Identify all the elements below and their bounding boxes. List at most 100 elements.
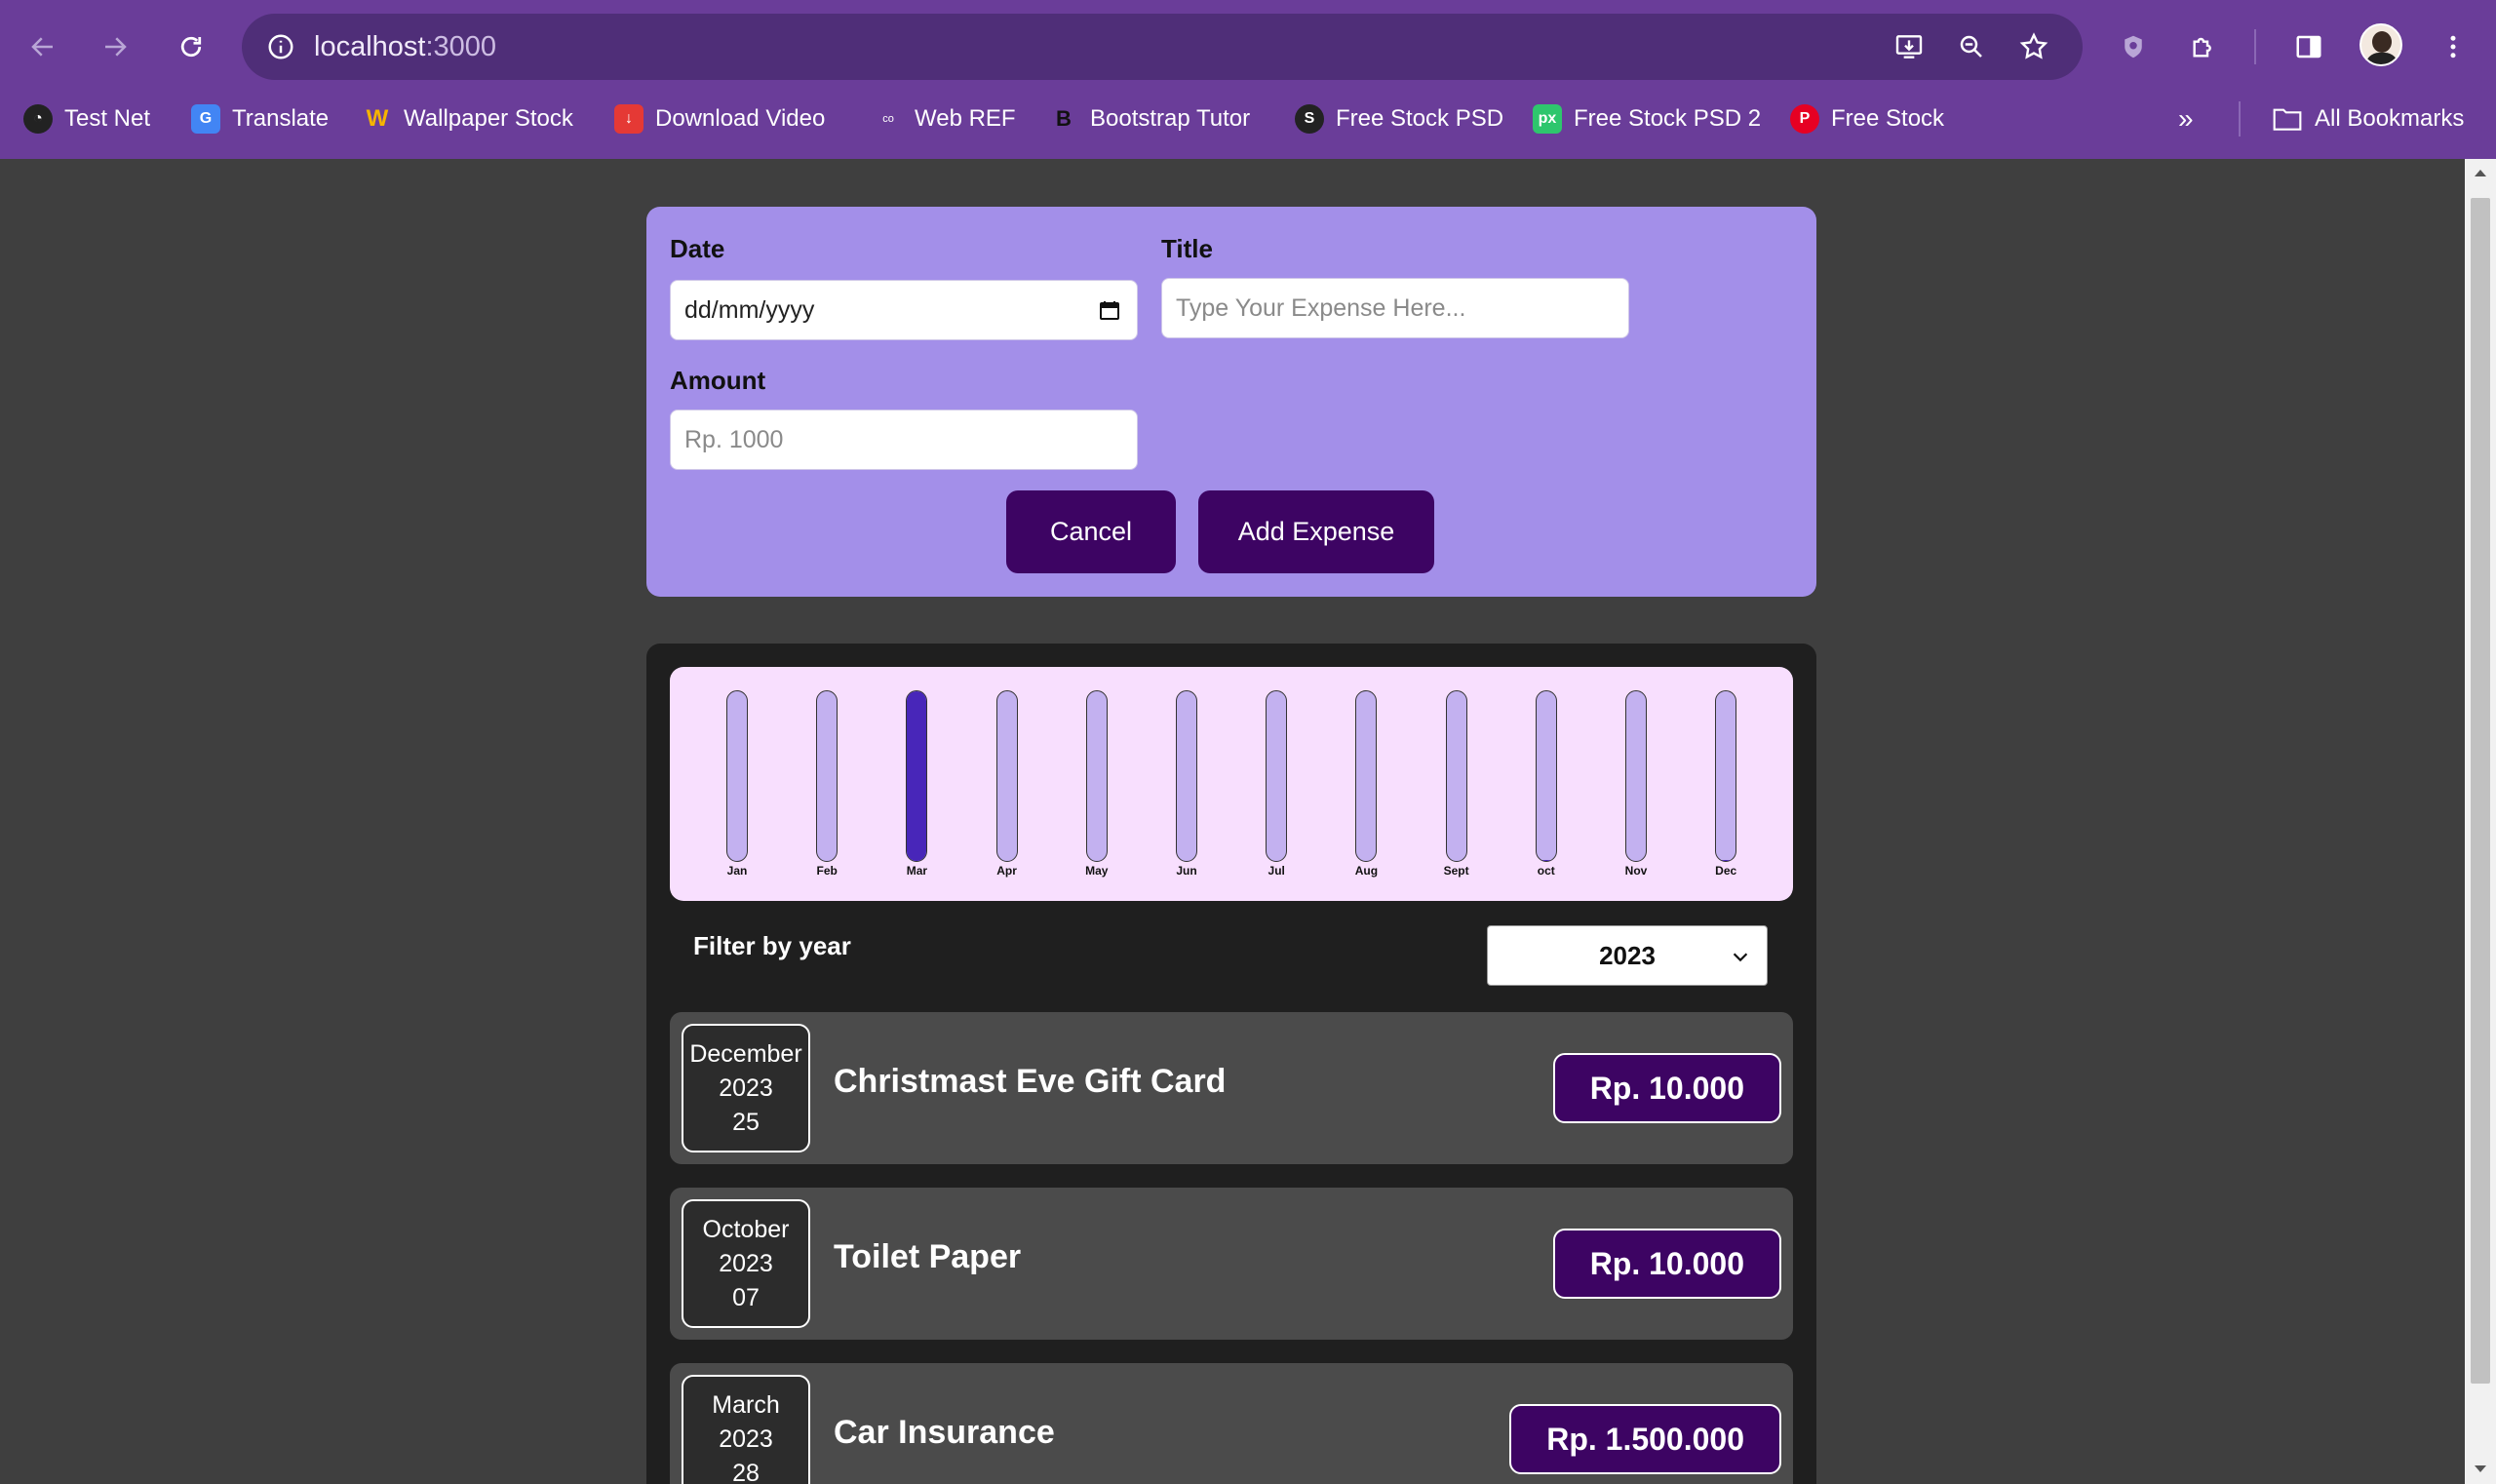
wallpaper-icon: W	[366, 105, 389, 132]
chart-bar-label: Jan	[726, 864, 748, 878]
chart-bar-aug	[1355, 690, 1378, 862]
bookmark-star-icon[interactable]	[2014, 27, 2053, 66]
chart-bar-apr	[995, 690, 1018, 862]
reload-button[interactable]	[164, 20, 218, 74]
translate-icon: G	[191, 104, 220, 134]
expense-month: December	[689, 1039, 802, 1068]
chart-bar-label: Apr	[996, 864, 1017, 878]
new-expense-form: Date dd/mm/yyyy Title Type Your Expense …	[646, 207, 1816, 597]
bookmark-test-net[interactable]: ◔ Test Net	[23, 98, 150, 140]
chart-bar-sept	[1445, 690, 1467, 862]
bookmark-label: Bootstrap Tutor	[1090, 105, 1251, 132]
add-expense-button[interactable]: Add Expense	[1198, 490, 1434, 573]
chart-bar-fill	[1536, 860, 1556, 861]
bookmark-web-ref[interactable]: co Web REF	[874, 98, 1015, 140]
expense-date: March 2023 28	[682, 1375, 810, 1484]
scrollbar-thumb[interactable]	[2471, 198, 2490, 1384]
expenses-chart: Jan Feb Mar Apr May Jun Jul Aug Sept oct Nov Dec	[670, 667, 1793, 901]
chart-bar-label: Jun	[1176, 864, 1197, 878]
chart-bar-jul	[1266, 690, 1288, 862]
date-input[interactable]: dd/mm/yyyy	[670, 280, 1138, 340]
expense-day: 25	[732, 1108, 760, 1136]
expense-date: October 2023 07	[682, 1199, 810, 1328]
back-button[interactable]	[16, 20, 70, 74]
chart-bar-label: Dec	[1715, 864, 1737, 878]
year-select[interactable]: 2023	[1487, 925, 1768, 986]
expense-amount: Rp. 10.000	[1552, 1229, 1781, 1299]
expense-day: 07	[732, 1283, 760, 1311]
chart-bar-jan	[726, 690, 748, 862]
expense-amount: Rp. 1.500.000	[1509, 1404, 1781, 1474]
chart-bar-jun	[1176, 690, 1197, 862]
bookmark-free-stock[interactable]: P Free Stock	[1790, 98, 1944, 140]
scroll-up-icon[interactable]	[2471, 163, 2490, 182]
double-chevron-icon: »	[2178, 103, 2194, 134]
pixabay-icon: px	[1533, 104, 1562, 134]
chart-bar-fill	[1716, 860, 1736, 861]
freestock-icon: S	[1295, 104, 1324, 134]
forward-button[interactable]	[88, 20, 142, 74]
all-bookmarks-button[interactable]: All Bookmarks	[2272, 98, 2464, 140]
more-bookmarks-button[interactable]: »	[2178, 98, 2194, 140]
filter-label: Filter by year	[693, 931, 851, 960]
bookmark-download-video[interactable]: ↓ Download Video	[614, 98, 825, 140]
bookmark-label: Test Net	[64, 105, 151, 132]
url-text[interactable]: localhost:3000	[314, 27, 496, 66]
toolbar-divider	[2254, 29, 2256, 64]
date-input-value: dd/mm/yyyy	[684, 296, 815, 324]
scroll-down-icon[interactable]	[2471, 1460, 2490, 1479]
expense-month: October	[702, 1215, 790, 1243]
calendar-icon[interactable]	[1098, 298, 1121, 322]
bookmark-free-stock-psd-2[interactable]: px Free Stock PSD 2	[1533, 98, 1761, 140]
bookmark-label: Free Stock	[1831, 105, 1945, 132]
expense-title: Christmast Eve Gift Card	[834, 1063, 1227, 1100]
side-panel-icon[interactable]	[2282, 20, 2336, 74]
browser-toolbar: localhost:3000	[0, 0, 2496, 94]
cancel-button[interactable]: Cancel	[1006, 490, 1176, 573]
expense-year: 2023	[719, 1249, 773, 1277]
chart-bar-label: Nov	[1624, 864, 1648, 878]
back-arrow-icon	[31, 37, 53, 57]
year-select-value: 2023	[1599, 940, 1656, 970]
chevron-down-icon	[1733, 953, 1748, 962]
title-input[interactable]: Type Your Expense Here...	[1161, 278, 1629, 338]
amount-label: Amount	[670, 366, 766, 395]
expense-year: 2023	[719, 1074, 773, 1102]
pinterest-icon: P	[1790, 104, 1819, 134]
bookmarks-bar: ◔ Test Net G Translate W Wallpaper Stock…	[0, 98, 2496, 140]
page-scrollbar[interactable]	[2465, 159, 2496, 1484]
chart-bar-feb	[816, 690, 838, 862]
expense-item[interactable]: October 2023 07 Toilet Paper Rp. 10.000	[670, 1188, 1793, 1340]
profile-avatar[interactable]	[2360, 23, 2402, 66]
install-app-icon[interactable]	[1890, 27, 1929, 66]
chart-bar-nov	[1625, 690, 1647, 862]
site-info-icon[interactable]	[261, 27, 300, 66]
expense-item[interactable]: March 2023 28 Car Insurance Rp. 1.500.00…	[670, 1363, 1793, 1484]
bootstrap-icon: B	[1056, 106, 1072, 131]
chart-bar-label: Sept	[1443, 864, 1469, 878]
chart-bar-label: Feb	[816, 864, 838, 878]
browser-menu-icon[interactable]	[2426, 20, 2480, 74]
expense-month: March	[712, 1390, 780, 1419]
gauge-icon: ◔	[23, 104, 53, 134]
bookmark-wallpaper-stock[interactable]: W Wallpaper Stock	[363, 98, 573, 140]
bookmarks-divider	[2239, 101, 2241, 137]
expenses-card: Jan Feb Mar Apr May Jun Jul Aug Sept oct Nov Dec Fi…	[646, 644, 1816, 1484]
bookmark-label: Free Stock PSD 2	[1574, 105, 1762, 132]
title-label: Title	[1161, 234, 1213, 263]
date-label: Date	[670, 234, 725, 263]
expense-year: 2023	[719, 1425, 773, 1453]
bookmark-bootstrap-tutor[interactable]: B Bootstrap Tutor	[1049, 98, 1250, 140]
shield-extension-icon[interactable]	[2106, 20, 2161, 74]
address-bar[interactable]: localhost:3000	[242, 14, 2083, 80]
bookmark-free-stock-psd[interactable]: S Free Stock PSD	[1295, 98, 1503, 140]
amount-input[interactable]: Rp. 1000	[670, 410, 1138, 470]
bookmark-label: Free Stock PSD	[1336, 105, 1504, 132]
expense-item[interactable]: December 2023 25 Christmast Eve Gift Car…	[670, 1012, 1793, 1164]
bookmark-translate[interactable]: G Translate	[191, 98, 329, 140]
zoom-icon[interactable]	[1952, 27, 1991, 66]
page-viewport: Date dd/mm/yyyy Title Type Your Expense …	[0, 159, 2465, 1484]
expense-amount: Rp. 10.000	[1552, 1053, 1781, 1123]
extensions-puzzle-icon[interactable]	[2176, 20, 2231, 74]
all-bookmarks-label: All Bookmarks	[2315, 105, 2465, 132]
